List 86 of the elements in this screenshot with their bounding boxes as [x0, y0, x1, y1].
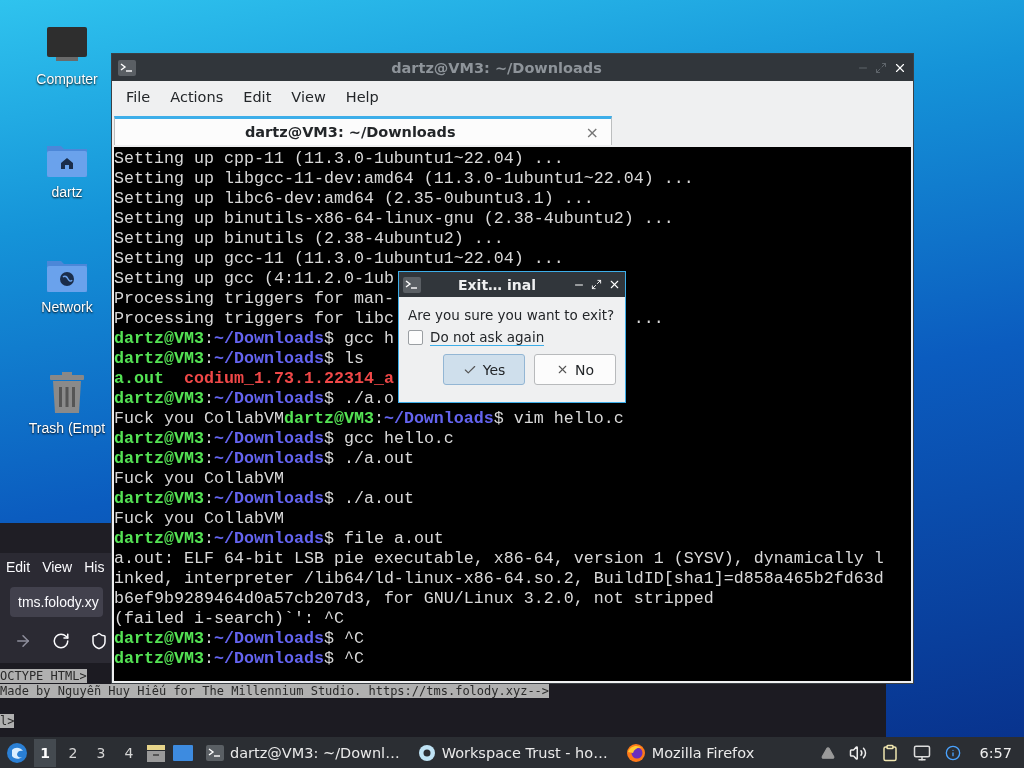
- workspace-button[interactable]: 4: [118, 738, 140, 767]
- terminal-text: :: [203, 449, 214, 469]
- url-field[interactable]: tms.folody.xy: [10, 587, 103, 617]
- menu-item[interactable]: Edit: [6, 559, 31, 575]
- terminal-text: Setting up gcc-11 (11.3.0-1ubuntu1~22.04) ...: [114, 249, 564, 269]
- terminal-text: $ ls: [323, 349, 364, 369]
- checkbox-label[interactable]: Do not ask again: [430, 329, 545, 346]
- terminal-text: :: [203, 629, 214, 649]
- taskbar-task[interactable]: Mozilla Firefox: [619, 737, 761, 768]
- terminal-text: ...: [633, 309, 664, 329]
- dialog-message: Are you sure you want to exit?: [408, 307, 616, 323]
- workspace-button[interactable]: 1: [34, 738, 56, 767]
- terminal-text: $ ^C: [323, 629, 364, 649]
- terminal-text: ~/Downloads: [213, 489, 324, 509]
- terminal-text: :: [203, 649, 214, 669]
- terminal-text: :: [203, 529, 214, 549]
- terminal-text: $ ./a.out: [323, 449, 414, 469]
- terminal-text: Setting up libgcc-11-dev:amd64 (11.3.0-1ubuntu1~22.04) ...: [114, 169, 694, 189]
- no-button[interactable]: No: [534, 354, 616, 385]
- terminal-text: ~/Downloads: [213, 329, 324, 349]
- terminal-text: :: [203, 489, 214, 509]
- terminal-text: dartz@VM3: [114, 629, 204, 649]
- terminal-text: dartz@VM3: [114, 349, 204, 369]
- terminal-text: Setting up libc6-dev:amd64 (2.35-0ubuntu3.1) ...: [114, 189, 594, 209]
- terminal-text: ~/Downloads: [213, 529, 324, 549]
- terminal-text: dartz@VM3: [114, 449, 204, 469]
- menu-item[interactable]: Help: [335, 89, 389, 105]
- terminal-text: dartz@VM3: [283, 409, 374, 429]
- terminal-text: codium_1.73.1.22314_a: [183, 369, 394, 389]
- terminal-text: ~/Downloads: [213, 389, 324, 409]
- window-title: dartz@VM3: ~/Downloads: [390, 59, 603, 76]
- terminal-text: $ ^C: [323, 649, 364, 669]
- terminal-text: dartz@VM3: [114, 389, 204, 409]
- terminal-text: Setting up cpp-11 (11.3.0-1ubuntu1~22.04) ...: [114, 149, 564, 169]
- terminal-text: (failed i-search)`': ^C: [114, 609, 344, 629]
- terminal-text: Fuck you CollabVM: [114, 509, 284, 529]
- terminal-text: Processing triggers for man-: [114, 289, 394, 309]
- terminal-text: :: [203, 389, 214, 409]
- terminal-text: :: [203, 349, 214, 369]
- menu-item[interactable]: Edit: [233, 89, 282, 105]
- terminal-text: Setting up gcc (4:11.2.0-1ub: [114, 269, 394, 289]
- terminal-text: ~/Downloads: [213, 349, 324, 369]
- terminal-text: ~/Downloads: [213, 449, 324, 469]
- terminal-text: dartz@VM3: [114, 489, 204, 509]
- terminal-tab[interactable]: dartz@VM3: ~/Downloads ×: [114, 116, 612, 145]
- workspace-button[interactable]: 3: [90, 738, 112, 767]
- tab-close-button[interactable]: ×: [585, 122, 611, 142]
- taskbar-task[interactable]: Workspace Trust - ho…: [411, 737, 614, 768]
- terminal-text: :: [203, 429, 214, 449]
- terminal-text: Setting up binutils (2.38-4ubuntu2) ...: [114, 229, 504, 249]
- terminal-text: $ vim hello.c: [493, 409, 624, 429]
- terminal-text: a.out: [114, 369, 165, 389]
- terminal-text: b6ef9b9289464d0a57cb207d3, for GNU/Linux 3.2.0, not stripped: [114, 589, 714, 609]
- menu-item[interactable]: His: [84, 559, 105, 575]
- yes-button[interactable]: Yes: [443, 354, 525, 385]
- terminal-text: ~/Downloads: [213, 429, 324, 449]
- terminal-text: dartz@VM3: [114, 649, 204, 669]
- menu-item[interactable]: Actions: [160, 89, 234, 105]
- menu-item[interactable]: View: [281, 89, 336, 105]
- workspace-button[interactable]: 2: [62, 738, 84, 767]
- terminal-text: $ gcc h: [323, 329, 394, 349]
- terminal-text: dartz@VM3: [114, 529, 204, 549]
- taskbar-task[interactable]: dartz@VM3: ~/Downl…: [200, 737, 406, 768]
- terminal-text: dartz@VM3: [114, 429, 204, 449]
- terminal-text: :: [203, 329, 214, 349]
- terminal-text: Processing triggers for libc: [114, 309, 394, 329]
- terminal-text: $ ./a.o: [323, 389, 394, 409]
- clock[interactable]: 6:57: [975, 744, 1018, 761]
- terminal-text: ~/Downloads: [213, 649, 324, 669]
- terminal-text: $ gcc hello.c: [323, 429, 454, 449]
- terminal-text: $ file a.out: [323, 529, 444, 549]
- desktop-icon-label[interactable]: Trash (Empt: [28, 420, 106, 436]
- terminal-text: ~/Downloads: [383, 409, 494, 429]
- menu-item[interactable]: File: [116, 89, 161, 105]
- terminal-text: :: [373, 409, 384, 429]
- terminal-text: ~/Downloads: [213, 629, 324, 649]
- terminal-text: Setting up binutils-x86-64-linux-gnu (2.38-4ubuntu2) ...: [114, 209, 674, 229]
- terminal-text: $ ./a.out: [323, 489, 414, 509]
- menu-item[interactable]: View: [42, 559, 73, 575]
- terminal-text: Fuck you CollabVM: [114, 409, 284, 429]
- dialog-title: Exit… inal: [457, 276, 537, 293]
- terminal-text: dartz@VM3: [114, 329, 204, 349]
- terminal-text: inked, interpreter /lib64/ld-linux-x86-64.so.2, BuildID[sha1]=d858a465b2fd63d: [114, 569, 884, 589]
- desktop-icon-label[interactable]: Network: [41, 299, 93, 315]
- terminal-text: a.out: ELF 64-bit LSB pie executable, x86-64, version 1 (SYSV), dynamically l: [114, 549, 884, 569]
- terminal-text: Fuck you CollabVM: [114, 469, 284, 489]
